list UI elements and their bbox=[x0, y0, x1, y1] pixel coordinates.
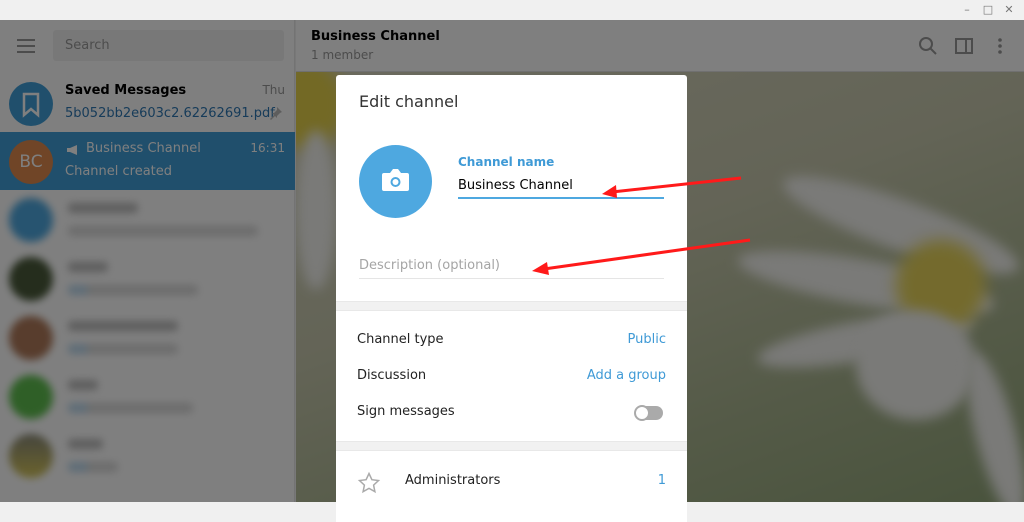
section-divider bbox=[336, 301, 687, 311]
channel-type-label: Channel type bbox=[357, 332, 444, 347]
section-divider bbox=[336, 441, 687, 451]
channel-name-input[interactable] bbox=[458, 173, 664, 199]
edit-channel-dialog: Edit channel Channel name Channel type P… bbox=[336, 75, 687, 522]
description-input[interactable] bbox=[359, 253, 664, 279]
channel-type-value[interactable]: Public bbox=[628, 332, 666, 347]
administrators-label: Administrators bbox=[405, 473, 501, 488]
close-button[interactable]: ✕ bbox=[1000, 2, 1018, 18]
minimize-button[interactable]: – bbox=[958, 2, 976, 18]
administrators-row[interactable]: Administrators 1 bbox=[336, 464, 687, 500]
maximize-button[interactable]: □ bbox=[979, 2, 997, 18]
channel-name-label: Channel name bbox=[458, 155, 555, 169]
channel-type-row[interactable]: Channel type Public bbox=[336, 323, 687, 359]
add-group-link[interactable]: Add a group bbox=[587, 368, 666, 383]
discussion-row[interactable]: Discussion Add a group bbox=[336, 359, 687, 395]
star-icon bbox=[357, 471, 381, 494]
administrators-count: 1 bbox=[657, 473, 666, 488]
camera-icon bbox=[382, 169, 409, 191]
discussion-label: Discussion bbox=[357, 368, 427, 383]
window-titlebar: – □ ✕ bbox=[0, 0, 1024, 20]
sign-messages-label: Sign messages bbox=[357, 404, 455, 419]
sign-messages-toggle[interactable] bbox=[634, 405, 663, 421]
set-photo-button[interactable] bbox=[359, 145, 432, 218]
sign-messages-row[interactable]: Sign messages bbox=[336, 395, 687, 431]
dialog-title: Edit channel bbox=[359, 92, 459, 111]
